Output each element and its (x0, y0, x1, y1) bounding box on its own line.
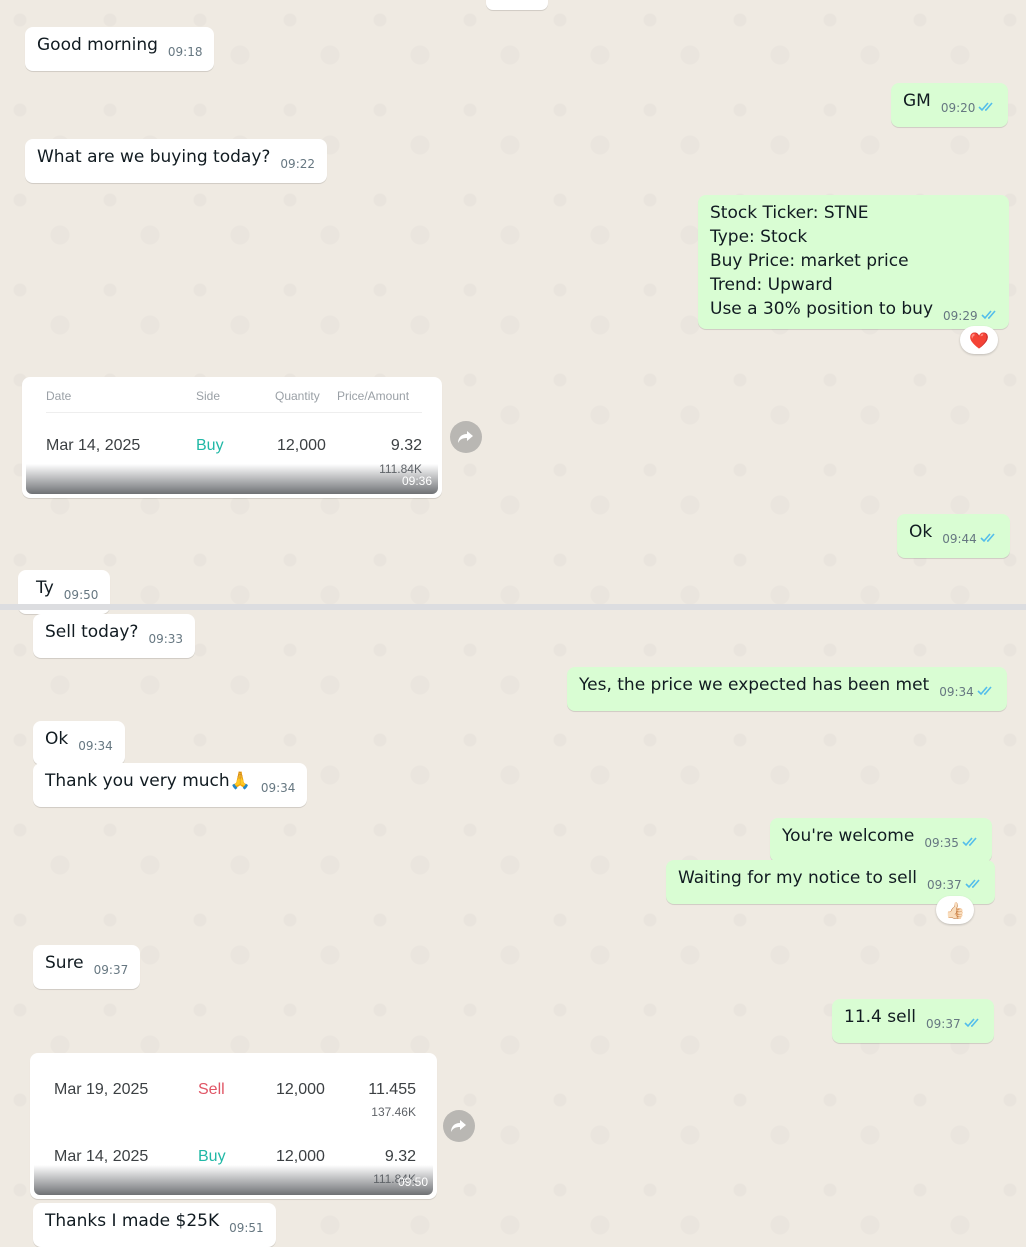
message-time: 09:37 (927, 878, 962, 892)
message-text: GM (903, 91, 931, 111)
message-time: 09:36 (401, 474, 432, 488)
trade-image-card-sell[interactable]: Mar 19, 2025 Sell 12,000 11.455 137.46K … (30, 1053, 437, 1199)
message-text: Ok (909, 522, 933, 542)
message-outgoing[interactable]: 11.4 sell 09:37 (832, 999, 994, 1043)
message-incoming[interactable]: Ok 09:34 (33, 721, 125, 765)
message-time: 09:18 (167, 45, 203, 59)
message-text: Thank you very much🙏 (45, 771, 251, 791)
message-outgoing[interactable]: Ok 09:44 (897, 514, 1010, 558)
message-text: Thanks I made $25K (45, 1211, 220, 1231)
message-outgoing[interactable]: Yes, the price we expected has been met 0… (567, 667, 1007, 711)
read-receipt-icon (980, 533, 995, 543)
message-time: 09:34 (260, 781, 296, 795)
message-incoming[interactable]: Thanks I made $25K 09:51 (33, 1203, 276, 1247)
message-line: Trend: Upward (710, 275, 833, 295)
trade-price: 11.455 (368, 1081, 416, 1098)
message-line: Use a 30% position to buy 09:29 (710, 297, 997, 328)
message-text: You're welcome (782, 826, 915, 846)
message-time: 09:50 (397, 1175, 428, 1189)
message-time: 09:20 (940, 101, 976, 115)
message-incoming[interactable]: Sell today? 09:33 (33, 614, 196, 658)
trade-date: Mar 14, 2025 (46, 437, 141, 454)
message-text: What are we buying today? (37, 147, 271, 167)
image-bottom-shade (26, 464, 438, 494)
column-header-side: Side (196, 389, 221, 403)
trade-price: 9.32 (390, 437, 422, 454)
column-header-quantity: Quantity (275, 389, 320, 403)
forward-icon[interactable] (450, 421, 482, 453)
message-text: Ty (36, 578, 54, 598)
message-incoming[interactable]: Sure 09:37 (33, 945, 141, 989)
message-text: Good morning (37, 35, 158, 55)
reaction-thumbs-up[interactable]: 👍🏻 (936, 896, 974, 924)
read-receipt-icon (981, 310, 996, 320)
message-time: 09:22 (280, 157, 316, 171)
read-receipt-icon (965, 879, 980, 889)
trade-side: Buy (198, 1148, 226, 1165)
message-incoming[interactable]: Good morning 09:18 (25, 27, 215, 71)
column-header-price: Price/Amount (337, 389, 410, 403)
read-receipt-icon (964, 1018, 979, 1028)
trade-date: Mar 19, 2025 (54, 1081, 149, 1098)
trade-side: Sell (198, 1081, 225, 1098)
message-time: 09:37 (926, 1017, 961, 1031)
message-time: 09:35 (924, 836, 959, 850)
message-incoming[interactable]: What are we buying today? 09:22 (25, 139, 328, 183)
message-text: Ok (45, 729, 69, 749)
message-text: Yes, the price we expected has been met (579, 675, 930, 695)
message-outgoing[interactable]: You're welcome 09:35 (770, 818, 992, 862)
message-line: Stock Ticker: STNE (710, 203, 869, 223)
header-divider (46, 412, 422, 413)
message-time: 09:34 (78, 739, 113, 753)
read-receipt-icon (977, 686, 992, 696)
message-time: 09:34 (939, 685, 974, 699)
trade-side: Buy (196, 437, 224, 454)
message-outgoing-stock-info[interactable]: Stock Ticker: STNE Type: Stock Buy Price… (698, 195, 1009, 329)
message-text: Waiting for my notice to sell (678, 868, 918, 888)
message-outgoing[interactable]: GM 09:20 (891, 83, 1009, 127)
message-incoming[interactable]: Thank you very much🙏 09:34 (33, 763, 308, 807)
trade-quantity: 12,000 (277, 437, 326, 454)
message-line: Buy Price: market price (710, 251, 909, 271)
message-time: 09:51 (229, 1221, 264, 1235)
message-text: Sell today? (45, 622, 139, 642)
message-time: 09:33 (148, 632, 184, 646)
message-time: 09:29 (943, 309, 978, 323)
trade-image-card-buy[interactable]: Date Side Quantity Price/Amount Mar 14, … (22, 377, 442, 498)
message-line-text: Use a 30% position to buy (710, 299, 934, 319)
trade-price: 9.32 (384, 1148, 416, 1165)
message-text: Sure (45, 953, 84, 973)
forward-icon[interactable] (443, 1110, 475, 1142)
trade-amount: 137.46K (371, 1105, 416, 1119)
read-receipt-icon (978, 102, 994, 112)
message-time: 09:37 (93, 963, 129, 977)
trade-quantity: 12,000 (276, 1081, 325, 1098)
trade-date: Mar 14, 2025 (54, 1148, 149, 1165)
trade-quantity: 12,000 (276, 1148, 325, 1165)
message-line: Type: Stock (710, 227, 808, 247)
screenshot-divider (0, 604, 1026, 610)
read-receipt-icon (962, 837, 977, 847)
column-header-date: Date (46, 389, 72, 403)
date-pill (486, 0, 548, 10)
reaction-heart[interactable]: ❤️ (960, 326, 998, 354)
message-time: 09:44 (942, 532, 977, 546)
message-text: 11.4 sell (844, 1007, 917, 1027)
